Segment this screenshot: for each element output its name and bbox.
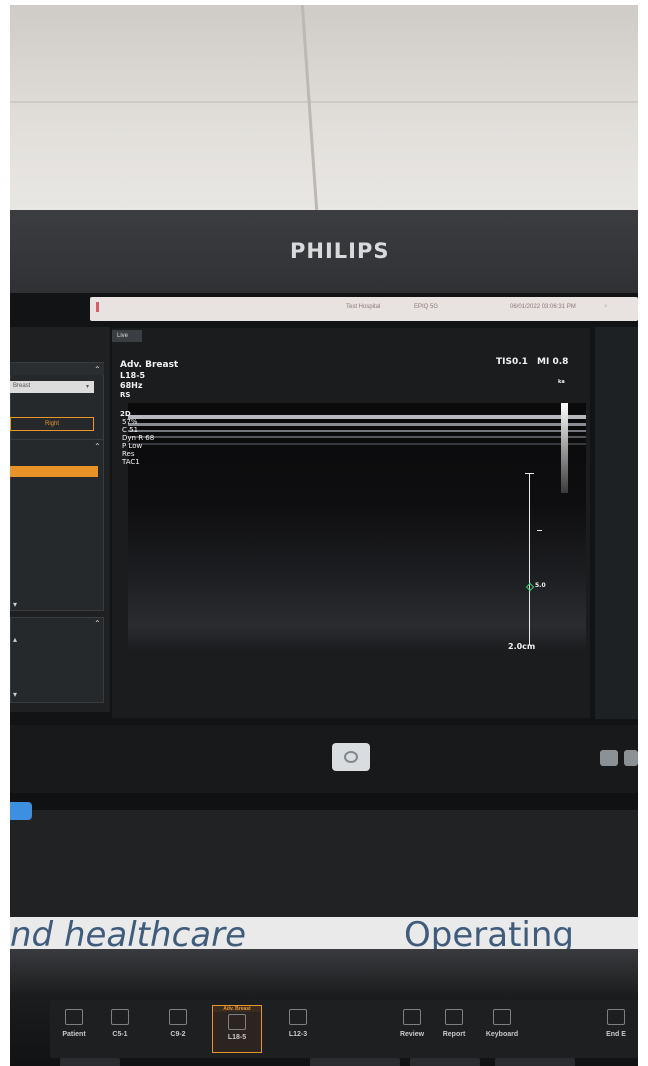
review-key[interactable]: Review [390, 1005, 434, 1053]
hospital-name: Test Hospital [346, 304, 381, 310]
keyboard-icon [493, 1009, 511, 1025]
system-name: EPIQ 5G [414, 304, 439, 310]
bottom-toolbar [10, 725, 638, 793]
ultrasound-image [128, 403, 586, 651]
cloud-icon[interactable] [600, 750, 618, 766]
probe-l18-5-key[interactable]: Adv. Breast L18-5 [212, 1005, 262, 1053]
depth-scale [529, 473, 530, 645]
param: 57% [122, 418, 138, 426]
date-time: 06/01/2022 03:06:31 PM [510, 304, 576, 310]
folder-icon [607, 1009, 625, 1025]
person-icon [65, 1009, 83, 1025]
tis-value: TIS0.1 [496, 357, 528, 367]
scroll-down-icon[interactable]: ▾ [13, 690, 17, 699]
hard-key[interactable] [60, 1058, 120, 1066]
freeze-button[interactable] [332, 743, 370, 771]
probe-l12-3-key[interactable]: L12-3 [276, 1005, 320, 1053]
help-icon[interactable] [10, 802, 32, 820]
brand-logo: PHILIPS [290, 239, 390, 263]
close-icon[interactable]: × [604, 304, 608, 310]
focus-label: 5.0 [535, 582, 546, 589]
param: P Low [122, 442, 143, 450]
transducer-label: L18-5 [120, 371, 146, 380]
selected-list-item[interactable] [10, 466, 98, 477]
curved-probe-icon [169, 1009, 187, 1025]
patient-key[interactable]: Patient [52, 1005, 96, 1053]
mode-label: 2D [120, 410, 131, 418]
scroll-up-icon[interactable]: ▴ [13, 635, 17, 644]
arrow-icon[interactable] [624, 750, 638, 766]
scroll-down-icon[interactable]: ▾ [13, 600, 17, 609]
preset-select[interactable]: Breast [10, 381, 94, 393]
document-icon [445, 1009, 463, 1025]
depth-label: 2.0cm [508, 642, 536, 651]
chevron-down-icon: ▾ [86, 384, 90, 390]
hard-key[interactable] [310, 1058, 400, 1066]
param: Res [122, 450, 135, 458]
photo-scene: PHILIPS Test Hospital EPIQ 5G 06/01/2022… [10, 5, 638, 1066]
linear-probe-icon [289, 1009, 307, 1025]
rs-label: RS [120, 391, 131, 399]
ka-label: ka [558, 379, 565, 385]
lower-section [10, 617, 104, 703]
linear-probe-icon [228, 1014, 246, 1030]
report-key[interactable]: Report [432, 1005, 476, 1053]
mi-value: MI 0.8 [537, 357, 569, 367]
collapse-icon[interactable]: ⌃ [94, 619, 101, 628]
hard-key[interactable] [495, 1058, 575, 1066]
image-parameters: 57% C 51 Dyn R 68 P Low Res TAC1 [122, 418, 154, 466]
hard-key[interactable] [410, 1058, 480, 1066]
ceiling [10, 5, 638, 210]
live-tab[interactable]: Live [112, 330, 142, 342]
param: TAC1 [122, 458, 140, 466]
list-section [10, 439, 104, 611]
grayscale-bar [561, 403, 568, 493]
curved-probe-icon [111, 1009, 129, 1025]
collapse-icon[interactable]: ⌃ [94, 365, 101, 374]
keyboard-key[interactable]: Keyboard [480, 1005, 524, 1053]
probe-c9-2-key[interactable]: C9-2 [156, 1005, 200, 1053]
param: Dyn R 68 [122, 434, 155, 442]
param: C 51 [122, 426, 139, 434]
probe-c5-1-key[interactable]: C5-1 [98, 1005, 142, 1053]
preset-label: Adv. Breast [120, 360, 179, 370]
side-right-button[interactable]: Right [10, 417, 94, 431]
grid-icon [403, 1009, 421, 1025]
end-exam-key[interactable]: End E [594, 1005, 638, 1053]
right-control-panel [595, 327, 638, 719]
monitor-lower-frame [10, 810, 638, 920]
circle-icon [344, 751, 358, 763]
patient-flag-icon [96, 302, 99, 312]
frame-rate: 68Hz [120, 381, 143, 390]
collapse-icon[interactable]: ⌃ [94, 442, 101, 451]
patient-info-bar[interactable]: Test Hospital EPIQ 5G 06/01/2022 03:06:3… [90, 297, 638, 321]
preset-section-header[interactable] [10, 363, 104, 375]
